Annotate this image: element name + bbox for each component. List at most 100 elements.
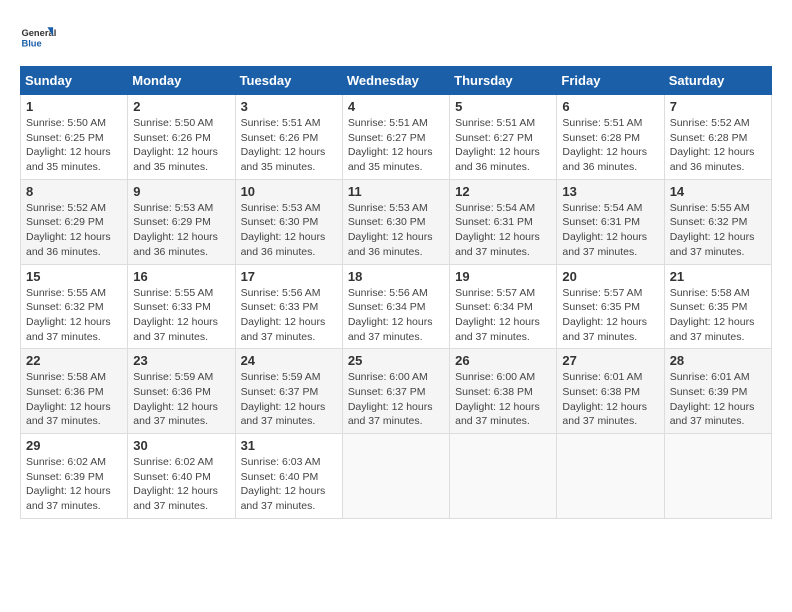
weekday-header-thursday: Thursday [450,67,557,95]
calendar-day-13: 13Sunrise: 5:54 AMSunset: 6:31 PMDayligh… [557,179,664,264]
page-header: General Blue [20,20,772,56]
day-number: 25 [348,353,444,368]
calendar-day-2: 2 Sunrise: 5:50 AMSunset: 6:26 PMDaylight… [128,95,235,180]
calendar-day-4: 4 Sunrise: 5:51 AMSunset: 6:27 PMDaylight… [342,95,449,180]
calendar-day-11: 11 Sunrise: 5:53 AMSunset: 6:30 PMDayligh… [342,179,449,264]
calendar-day-26: 26 Sunrise: 6:00 AMSunset: 6:38 PMDayligh… [450,349,557,434]
calendar-body: 1 Sunrise: 5:50 AMSunset: 6:25 PMDaylight… [21,95,772,519]
day-info: Sunrise: 5:58 AMSunset: 6:36 PMDaylight:… [26,370,122,429]
day-number: 20 [562,269,658,284]
calendar-day-9: 9 Sunrise: 5:53 AMSunset: 6:29 PMDaylight… [128,179,235,264]
day-info: Sunrise: 6:03 AMSunset: 6:40 PMDaylight:… [241,455,337,514]
day-number: 26 [455,353,551,368]
day-number: 1 [26,99,122,114]
day-info: Sunrise: 5:59 AMSunset: 6:36 PMDaylight:… [133,370,229,429]
day-number: 7 [670,99,766,114]
day-info: Sunrise: 6:02 AMSunset: 6:39 PMDaylight:… [26,455,122,514]
day-number: 22 [26,353,122,368]
calendar-week-1: 1 Sunrise: 5:50 AMSunset: 6:25 PMDaylight… [21,95,772,180]
weekday-header-tuesday: Tuesday [235,67,342,95]
calendar-day-8: 8 Sunrise: 5:52 AMSunset: 6:29 PMDaylight… [21,179,128,264]
day-info: Sunrise: 5:51 AMSunset: 6:26 PMDaylight:… [241,116,337,175]
calendar-day-6: 6 Sunrise: 5:51 AMSunset: 6:28 PMDaylight… [557,95,664,180]
day-info: Sunrise: 5:59 AMSunset: 6:37 PMDaylight:… [241,370,337,429]
calendar-day-31: 31 Sunrise: 6:03 AMSunset: 6:40 PMDayligh… [235,434,342,519]
weekday-row: SundayMondayTuesdayWednesdayThursdayFrid… [21,67,772,95]
calendar-day-16: 16 Sunrise: 5:55 AMSunset: 6:33 PMDayligh… [128,264,235,349]
day-info: Sunrise: 5:53 AMSunset: 6:30 PMDaylight:… [348,201,444,260]
calendar-day-30: 30 Sunrise: 6:02 AMSunset: 6:40 PMDayligh… [128,434,235,519]
day-info: Sunrise: 5:52 AMSunset: 6:28 PMDaylight:… [670,116,766,175]
day-number: 14 [670,184,766,199]
day-number: 30 [133,438,229,453]
calendar-day-18: 18 Sunrise: 5:56 AMSunset: 6:34 PMDayligh… [342,264,449,349]
day-info: Sunrise: 6:01 AMSunset: 6:38 PMDaylight:… [562,370,658,429]
weekday-header-friday: Friday [557,67,664,95]
calendar-day-23: 23 Sunrise: 5:59 AMSunset: 6:36 PMDayligh… [128,349,235,434]
day-info: Sunrise: 5:50 AMSunset: 6:25 PMDaylight:… [26,116,122,175]
calendar-day-10: 10Sunrise: 5:53 AMSunset: 6:30 PMDayligh… [235,179,342,264]
day-number: 15 [26,269,122,284]
day-number: 11 [348,184,444,199]
calendar-day-15: 15 Sunrise: 5:55 AMSunset: 6:32 PMDayligh… [21,264,128,349]
weekday-header-sunday: Sunday [21,67,128,95]
calendar-day-17: 17 Sunrise: 5:56 AMSunset: 6:33 PMDayligh… [235,264,342,349]
calendar-day-25: 25 Sunrise: 6:00 AMSunset: 6:37 PMDayligh… [342,349,449,434]
calendar-day-14: 14Sunrise: 5:55 AMSunset: 6:32 PMDayligh… [664,179,771,264]
day-number: 16 [133,269,229,284]
calendar-week-5: 29 Sunrise: 6:02 AMSunset: 6:39 PMDayligh… [21,434,772,519]
calendar-day-24: 24Sunrise: 5:59 AMSunset: 6:37 PMDayligh… [235,349,342,434]
day-number: 27 [562,353,658,368]
day-info: Sunrise: 5:52 AMSunset: 6:29 PMDaylight:… [26,201,122,260]
day-info: Sunrise: 5:50 AMSunset: 6:26 PMDaylight:… [133,116,229,175]
day-info: Sunrise: 5:55 AMSunset: 6:32 PMDaylight:… [26,286,122,345]
day-info: Sunrise: 6:00 AMSunset: 6:37 PMDaylight:… [348,370,444,429]
day-info: Sunrise: 5:54 AMSunset: 6:31 PMDaylight:… [562,201,658,260]
calendar-day-5: 5 Sunrise: 5:51 AMSunset: 6:27 PMDaylight… [450,95,557,180]
empty-cell [450,434,557,519]
day-number: 31 [241,438,337,453]
day-info: Sunrise: 5:58 AMSunset: 6:35 PMDaylight:… [670,286,766,345]
day-number: 6 [562,99,658,114]
day-number: 4 [348,99,444,114]
day-info: Sunrise: 5:51 AMSunset: 6:27 PMDaylight:… [455,116,551,175]
day-number: 23 [133,353,229,368]
calendar-day-19: 19Sunrise: 5:57 AMSunset: 6:34 PMDayligh… [450,264,557,349]
day-number: 10 [241,184,337,199]
day-number: 9 [133,184,229,199]
calendar-day-28: 28 Sunrise: 6:01 AMSunset: 6:39 PMDayligh… [664,349,771,434]
empty-cell [557,434,664,519]
day-number: 28 [670,353,766,368]
day-number: 8 [26,184,122,199]
day-info: Sunrise: 5:56 AMSunset: 6:33 PMDaylight:… [241,286,337,345]
calendar-day-27: 27 Sunrise: 6:01 AMSunset: 6:38 PMDayligh… [557,349,664,434]
day-number: 5 [455,99,551,114]
svg-text:Blue: Blue [21,39,41,49]
logo-icon: General Blue [20,20,56,56]
day-info: Sunrise: 6:01 AMSunset: 6:39 PMDaylight:… [670,370,766,429]
day-info: Sunrise: 5:56 AMSunset: 6:34 PMDaylight:… [348,286,444,345]
day-number: 12 [455,184,551,199]
day-info: Sunrise: 6:00 AMSunset: 6:38 PMDaylight:… [455,370,551,429]
calendar-day-22: 22 Sunrise: 5:58 AMSunset: 6:36 PMDayligh… [21,349,128,434]
calendar-week-4: 22 Sunrise: 5:58 AMSunset: 6:36 PMDayligh… [21,349,772,434]
day-info: Sunrise: 5:57 AMSunset: 6:35 PMDaylight:… [562,286,658,345]
day-number: 17 [241,269,337,284]
empty-cell [342,434,449,519]
calendar-week-3: 15 Sunrise: 5:55 AMSunset: 6:32 PMDayligh… [21,264,772,349]
calendar-day-3: 3 Sunrise: 5:51 AMSunset: 6:26 PMDaylight… [235,95,342,180]
calendar-day-29: 29 Sunrise: 6:02 AMSunset: 6:39 PMDayligh… [21,434,128,519]
day-number: 18 [348,269,444,284]
day-number: 21 [670,269,766,284]
day-number: 29 [26,438,122,453]
day-info: Sunrise: 5:51 AMSunset: 6:27 PMDaylight:… [348,116,444,175]
day-info: Sunrise: 5:54 AMSunset: 6:31 PMDaylight:… [455,201,551,260]
day-number: 3 [241,99,337,114]
day-info: Sunrise: 5:53 AMSunset: 6:29 PMDaylight:… [133,201,229,260]
day-info: Sunrise: 5:51 AMSunset: 6:28 PMDaylight:… [562,116,658,175]
calendar-day-7: 7 Sunrise: 5:52 AMSunset: 6:28 PMDaylight… [664,95,771,180]
day-info: Sunrise: 5:55 AMSunset: 6:33 PMDaylight:… [133,286,229,345]
calendar-week-2: 8 Sunrise: 5:52 AMSunset: 6:29 PMDaylight… [21,179,772,264]
day-info: Sunrise: 6:02 AMSunset: 6:40 PMDaylight:… [133,455,229,514]
day-number: 2 [133,99,229,114]
